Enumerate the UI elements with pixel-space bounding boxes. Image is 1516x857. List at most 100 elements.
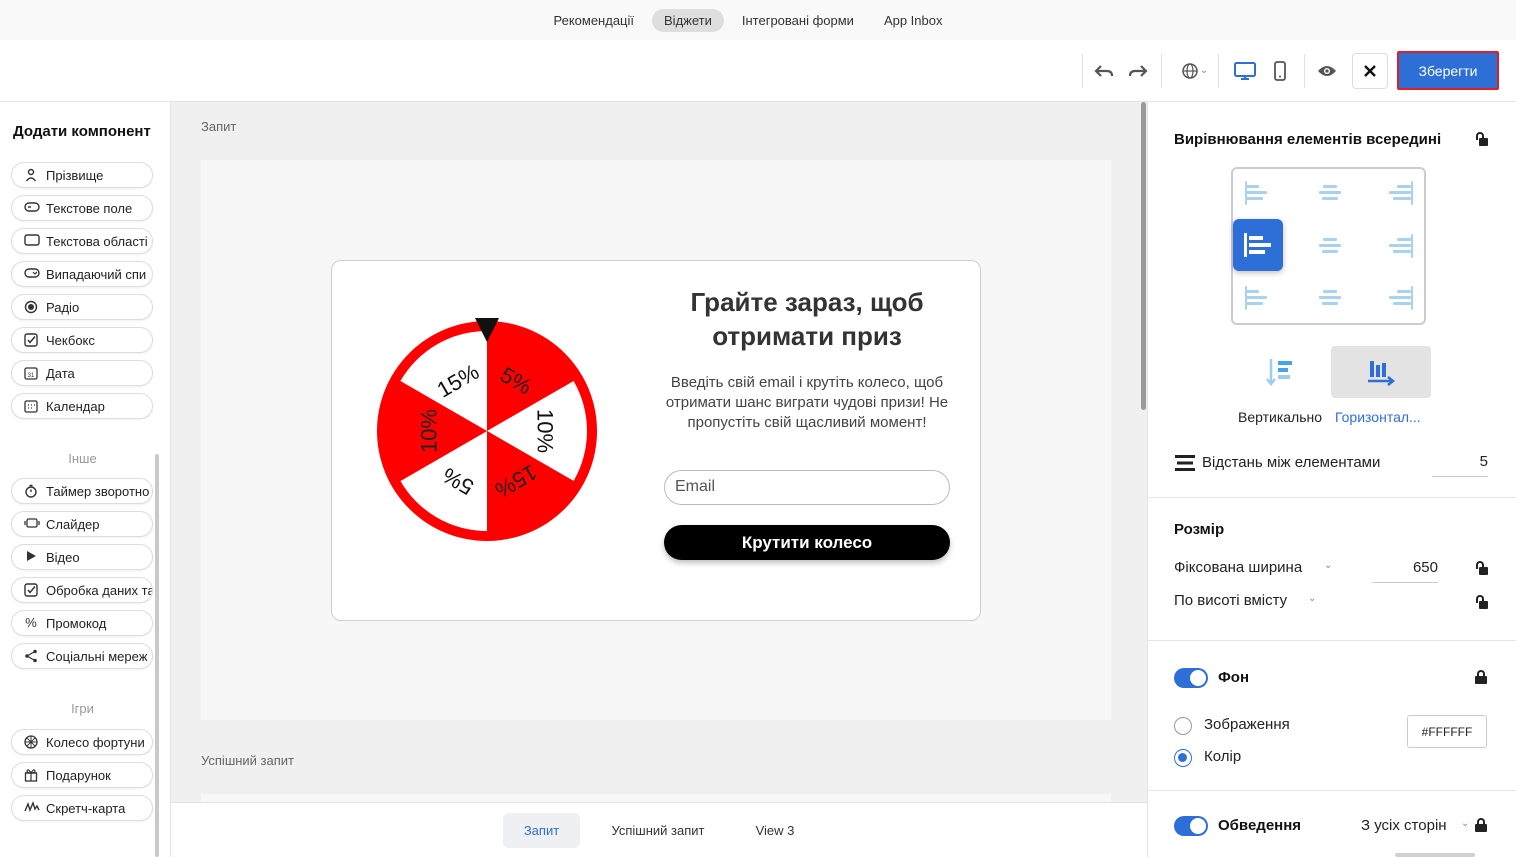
spacing-input[interactable]: 5 (1432, 453, 1488, 477)
component-label: Випадаючий спи (46, 266, 147, 282)
step-tab-request[interactable]: Запит (503, 813, 580, 848)
align-top-left-icon[interactable] (1245, 181, 1271, 207)
canvas-scrollbar[interactable] (1141, 102, 1146, 410)
close-icon (1364, 65, 1376, 77)
language-dropdown[interactable]: ⌄ (1170, 53, 1210, 89)
textarea-icon (24, 234, 40, 248)
calendar-icon (24, 399, 38, 413)
bg-color-radio[interactable] (1174, 749, 1192, 767)
divider (1148, 497, 1516, 498)
align-bottom-center-icon[interactable] (1317, 286, 1343, 312)
play-icon (24, 550, 38, 564)
divider (1148, 790, 1516, 791)
component-label: Обробка даних та (46, 582, 153, 598)
step-stage-success (201, 794, 1111, 802)
left-panel-scrollbar[interactable] (155, 454, 159, 857)
height-mode-dropdown[interactable]: По висоті вмісту (1174, 592, 1287, 609)
popup-widget[interactable]: 5% 10% 15% 5% 10% 15% Грайте зараз, щоб отрим… (331, 260, 981, 621)
top-navigation: Рекомендації Віджети Інтегровані форми A… (0, 0, 1516, 40)
tab-recommendations[interactable]: Рекомендації (542, 9, 647, 32)
timer-icon (24, 484, 38, 498)
component-dropdown[interactable]: Випадаючий спи (11, 261, 153, 287)
direction-vertical-label: Вертикально (1238, 409, 1323, 425)
svg-text:31: 31 (28, 373, 35, 379)
align-middle-center-icon[interactable] (1317, 234, 1343, 260)
tab-app-inbox[interactable]: App Inbox (872, 9, 955, 32)
toolbar-divider (1161, 54, 1162, 88)
component-video[interactable]: Відео (11, 544, 153, 570)
step-tabs: Запит Успішний запит View 3 (171, 802, 1147, 857)
border-label: Обведення (1218, 817, 1302, 834)
component-scratch-card[interactable]: Скретч-карта (11, 795, 153, 821)
border-sides-dropdown[interactable]: З усіх сторін (1361, 817, 1447, 834)
desktop-view-button[interactable] (1230, 53, 1260, 89)
component-slider[interactable]: Слайдер (11, 511, 153, 537)
component-promocode[interactable]: % Промокод (11, 610, 153, 636)
fortune-wheel[interactable]: 5%10%15%5%10%15% (372, 316, 602, 546)
checkbox-icon (24, 333, 38, 347)
border-preview (1395, 853, 1475, 857)
tab-widgets[interactable]: Віджети (652, 8, 724, 32)
component-date[interactable]: 31 Дата (11, 360, 153, 386)
lock-icon[interactable] (1475, 670, 1487, 684)
align-top-center-icon[interactable] (1317, 181, 1343, 207)
component-gift[interactable]: Подарунок (11, 762, 153, 788)
unlock-icon[interactable] (1476, 595, 1488, 609)
lock-icon[interactable] (1475, 818, 1487, 832)
spin-wheel-button[interactable]: Крутити колесо (664, 525, 950, 560)
email-input[interactable]: Email (664, 470, 950, 505)
section-label-other: Інше (68, 451, 97, 466)
step-tab-view3[interactable]: View 3 (743, 813, 807, 848)
alignment-grid[interactable] (1231, 167, 1426, 325)
popup-description[interactable]: Введіть свій email і крутіть колесо, щоб… (662, 373, 952, 433)
width-input[interactable]: 650 (1372, 559, 1438, 583)
unlock-icon[interactable] (1476, 132, 1488, 146)
bg-color-input[interactable]: #FFFFFF (1407, 715, 1487, 748)
undo-icon[interactable] (1092, 53, 1116, 89)
component-social-networks[interactable]: Соціальні мереж (11, 643, 153, 669)
width-mode-dropdown[interactable]: Фіксована ширина (1174, 559, 1302, 576)
direction-vertical-button[interactable] (1230, 346, 1330, 398)
align-top-right-icon[interactable] (1387, 181, 1413, 207)
editor-canvas: Запит 5% 10% 15% 5% 10% 15% Грайте зараз, щоб… (171, 102, 1147, 802)
redo-icon[interactable] (1126, 53, 1150, 89)
popup-title[interactable]: Грайте зараз, щоб отримати приз (667, 285, 947, 353)
component-text-area[interactable]: Текстова області (11, 228, 153, 254)
share-icon (24, 649, 38, 663)
component-countdown-timer[interactable]: Таймер зворотно (11, 478, 153, 504)
close-button[interactable] (1352, 53, 1388, 89)
background-toggle[interactable] (1174, 668, 1208, 688)
chevron-down-icon: ⌄ (1308, 593, 1317, 604)
component-calendar[interactable]: Календар (11, 393, 153, 419)
mobile-view-button[interactable] (1268, 53, 1292, 89)
align-middle-right-icon[interactable] (1387, 234, 1413, 260)
component-label: Чекбокс (46, 332, 95, 348)
component-checkbox[interactable]: Чекбокс (11, 327, 153, 353)
unlock-icon[interactable] (1476, 561, 1488, 575)
step-tab-success[interactable]: Успішний запит (597, 813, 719, 848)
chevron-down-icon: ⌄ (1200, 65, 1209, 76)
save-button[interactable]: Зберегти (1397, 51, 1499, 90)
align-bottom-right-icon[interactable] (1387, 286, 1413, 312)
direction-horizontal-button[interactable] (1331, 346, 1431, 398)
direction-horizontal-label: Горизонтал... (1335, 409, 1421, 425)
component-data-processing[interactable]: Обробка даних та (11, 577, 153, 603)
component-label: Соціальні мереж (46, 648, 148, 664)
wheel-segment-label: 10% (533, 409, 558, 453)
component-label: Дата (46, 365, 75, 381)
component-text-field[interactable]: Текстове поле (11, 195, 153, 221)
preview-button[interactable] (1313, 53, 1341, 89)
align-middle-left-icon[interactable] (1233, 219, 1283, 271)
component-fortune-wheel[interactable]: Колесо фортуни (11, 729, 153, 755)
toolbar-divider (1304, 54, 1305, 88)
component-radio[interactable]: Радіо (11, 294, 153, 320)
section-label-games: Ігри (71, 701, 94, 716)
mobile-icon (1274, 61, 1286, 81)
component-last-name[interactable]: Прізвище (11, 162, 153, 188)
align-bottom-left-icon[interactable] (1245, 286, 1271, 312)
tab-integrated-forms[interactable]: Інтегровані форми (730, 9, 866, 32)
bg-image-radio[interactable] (1174, 717, 1192, 735)
background-label: Фон (1218, 669, 1250, 686)
border-toggle[interactable] (1174, 816, 1208, 836)
wheel-segment-label: 10% (417, 409, 442, 453)
